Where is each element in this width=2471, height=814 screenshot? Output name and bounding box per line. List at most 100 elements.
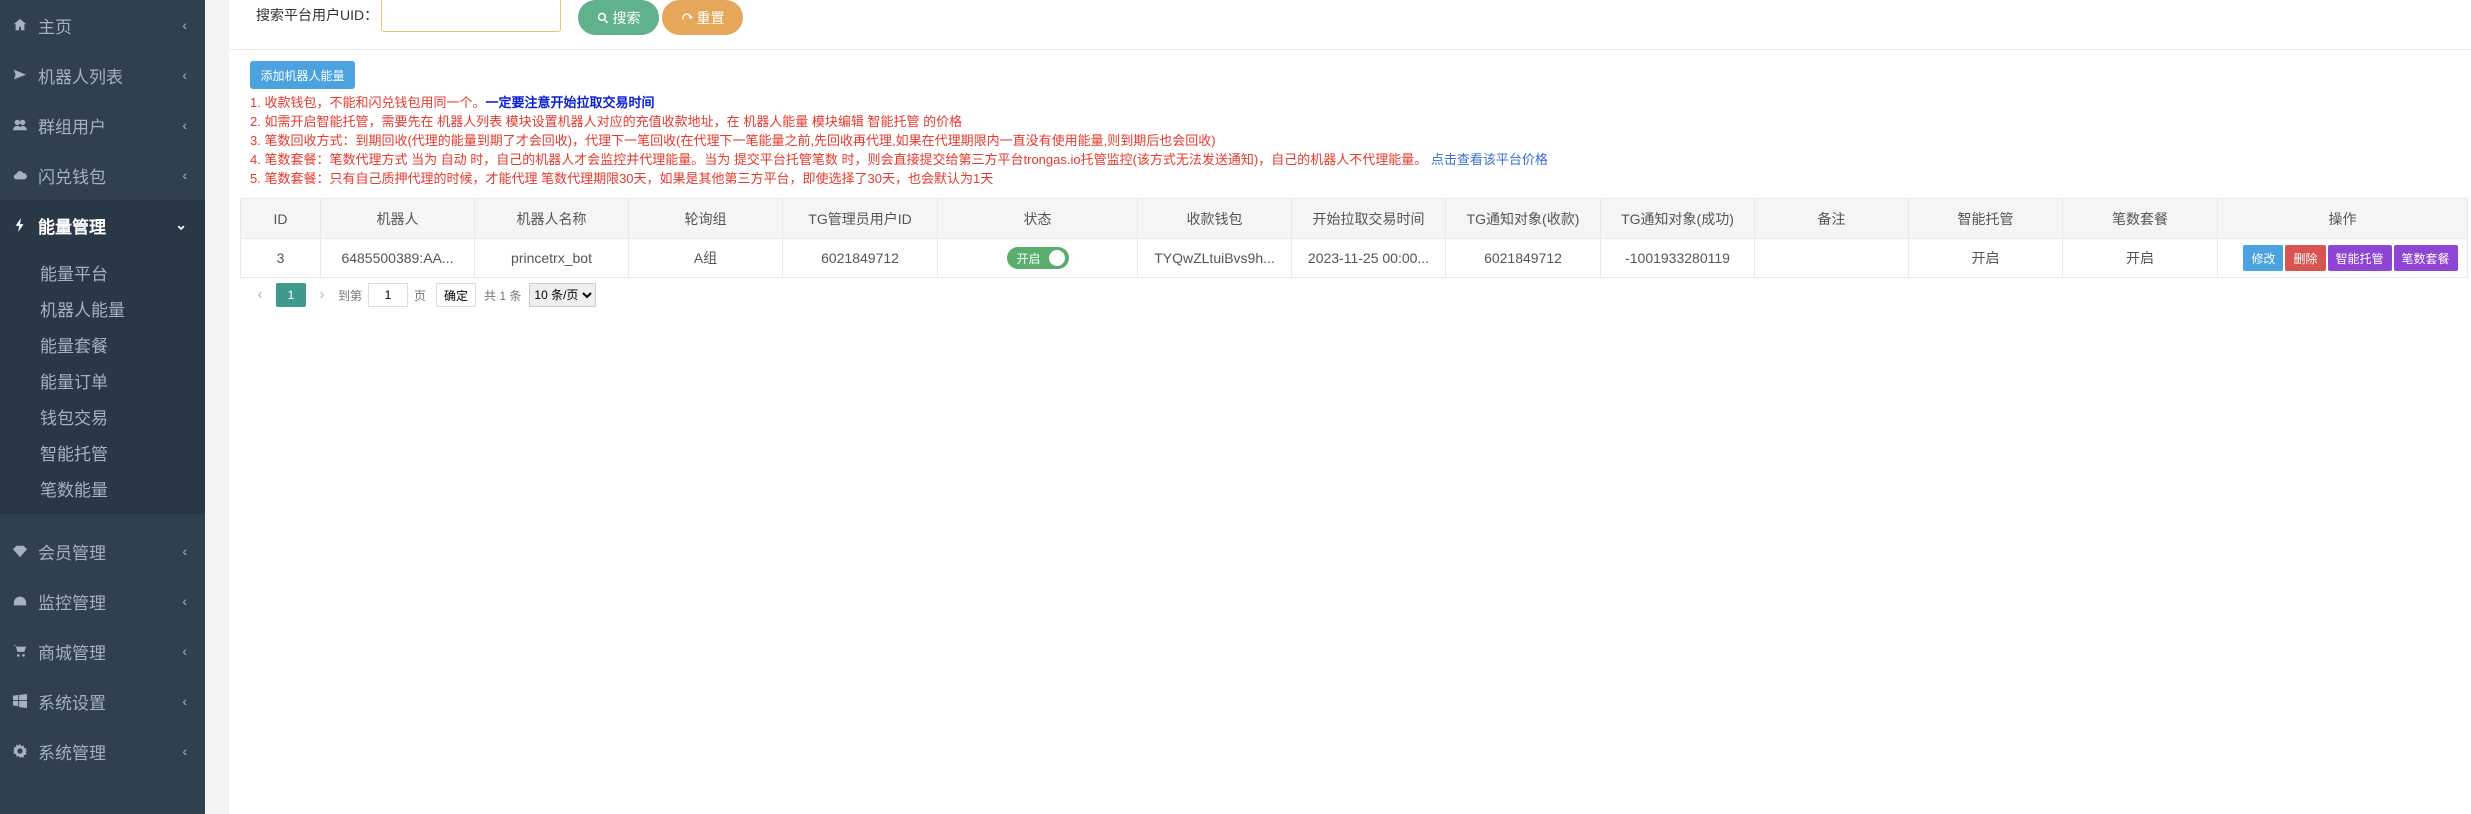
sub-item-bot-energy[interactable]: 机器人能量 [0,290,205,326]
sub-item-wallet-transactions[interactable]: 钱包交易 [0,398,205,434]
col-notify-success: TG通知对象(成功) [1600,198,1755,239]
reset-button[interactable]: 重置 [662,0,743,35]
search-row: 搜索平台用户UID： 搜索 重置 [229,0,2471,38]
page-size-select[interactable]: 10 条/页 [529,283,597,307]
nav-item-bot-list[interactable]: 机器人列表 ‹ [0,50,205,100]
sub-item-energy-platform[interactable]: 能量平台 [0,254,205,290]
platform-price-link[interactable]: 点击查看该平台价格 [1431,152,1548,167]
sub-item-energy-package[interactable]: 能量套餐 [0,326,205,362]
nav-item-energy-management[interactable]: 能量管理 ⌄ [0,200,205,250]
note-2: 2. 如需开启智能托管，需要先在 机器人列表 模块设置机器人对应的充值收款地址，… [250,114,963,129]
chevron-left-icon: ‹ [182,167,187,183]
sub-item-energy-orders[interactable]: 能量订单 [0,362,205,398]
chevron-left-icon: ‹ [182,67,187,83]
search-uid-input[interactable] [381,0,561,32]
nav-item-home[interactable]: 主页 ‹ [0,0,205,50]
col-tg-admin: TG管理员用户ID [782,198,938,239]
main-content: 搜索平台用户UID： 搜索 重置 添加机器人能量 1. 收款钱包，不能和闪兑钱包… [229,0,2471,814]
nav-label: 闪兑钱包 [38,167,106,187]
nav-label: 商城管理 [38,643,106,663]
goto-confirm-button[interactable]: 确定 [436,283,477,307]
note-4: 4. 笔数套餐：笔数代理方式 当为 自动 时，自己的机器人才会监控并代理能量。当… [250,150,1548,169]
chevron-left-icon: ‹ [182,543,187,559]
chevron-left-icon: ‹ [182,117,187,133]
chevron-left-icon: ‹ [182,593,187,609]
cell-group: A组 [628,238,783,278]
nav-item-members[interactable]: 会员管理 ‹ [0,526,205,576]
goto-label: 到第 [338,288,363,303]
cell-remark [1754,238,1909,278]
cart-icon [12,643,28,659]
users-icon [12,117,28,133]
note-5: 5. 笔数套餐：只有自己质押代理的时候，才能代理 笔数代理期限30天，如果是其他… [250,171,994,186]
chevron-down-icon: ⌄ [175,216,187,233]
nav-label: 会员管理 [38,543,106,563]
cell-id: 3 [240,238,321,278]
notes: 1. 收款钱包，不能和闪兑钱包用同一个。一定要注意开始拉取交易时间 2. 如需开… [250,93,1548,188]
col-wallet: 收款钱包 [1137,198,1292,239]
chevron-left-icon: ‹ [182,693,187,709]
col-remark: 备注 [1754,198,1909,239]
cell-wallet: TYQwZLtuiBvs9h... [1137,238,1292,278]
status-toggle[interactable]: 开启 [1006,247,1069,269]
nav-label: 监控管理 [38,593,106,613]
cell-notify-collect: 6021849712 [1445,238,1601,278]
edit-button[interactable]: 修改 [2243,245,2284,271]
cell-bot: 6485500389:AA... [320,238,475,278]
note-1-text: 1. 收款钱包，不能和闪兑钱包用同一个。 [250,95,486,110]
sub-item-count-energy[interactable]: 笔数能量 [0,470,205,506]
reset-button-label: 重置 [696,9,725,26]
row-actions: 修改 删除 智能托管 笔数套餐 [2234,245,2467,271]
cell-start-time: 2023-11-25 00:00... [1291,238,1446,278]
cell-smart-hosting: 开启 [1908,238,2063,278]
note-4-text: 4. 笔数套餐：笔数代理方式 当为 自动 时，自己的机器人才会监控并代理能量。当… [250,152,1428,167]
note-1-highlight: 一定要注意开始拉取交易时间 [485,95,655,110]
cell-notify-success: -1001933280119 [1600,238,1755,278]
col-bot-name: 机器人名称 [474,198,629,239]
energy-table: ID 机器人 机器人名称 轮询组 TG管理员用户ID 状态 收款钱包 开始拉取交… [240,198,2468,278]
nav-item-group-users[interactable]: 群组用户 ‹ [0,100,205,150]
cell-actions: 修改 删除 智能托管 笔数套餐 [2217,238,2468,278]
bolt-icon [12,217,28,233]
count-package-button[interactable]: 笔数套餐 [2393,245,2458,271]
prev-page-icon[interactable]: ‹ [250,286,270,304]
nav-item-monitor[interactable]: 监控管理 ‹ [0,576,205,626]
col-id: ID [240,198,321,239]
sub-item-smart-hosting[interactable]: 智能托管 [0,434,205,470]
home-icon [12,17,28,33]
goto-page-input[interactable] [368,283,409,307]
col-smart-hosting: 智能托管 [1908,198,2063,239]
nav-label: 系统管理 [38,743,106,763]
page-number-current[interactable]: 1 [276,283,306,307]
refresh-icon [681,12,693,19]
nav-item-shop[interactable]: 商城管理 ‹ [0,626,205,676]
next-page-icon[interactable]: › [312,286,332,304]
cell-bot-name: princetrx_bot [474,238,629,278]
nav-item-system-management[interactable]: 系统管理 ‹ [0,726,205,776]
status-toggle-label: 开启 [1016,251,1041,266]
col-start-time: 开始拉取交易时间 [1291,198,1446,239]
divider [229,49,2471,50]
nav-item-system-settings[interactable]: 系统设置 ‹ [0,676,205,726]
cloud-icon [12,167,28,183]
smart-hosting-button[interactable]: 智能托管 [2327,245,2392,271]
energy-submenu: 能量平台 机器人能量 能量套餐 能量订单 钱包交易 智能托管 笔数能量 [0,250,205,514]
delete-button[interactable]: 删除 [2285,245,2326,271]
nav-label: 机器人列表 [38,67,123,87]
pagination: ‹ 1 › 到第 页 确定 共 1 条 10 条/页 [250,282,597,308]
add-bot-energy-button[interactable]: 添加机器人能量 [250,61,355,89]
search-button[interactable]: 搜索 [578,0,659,35]
windows-icon [12,693,28,709]
diamond-icon [12,543,28,559]
nav-label: 主页 [38,17,72,37]
col-actions: 操作 [2217,198,2468,239]
cell-tg-admin: 6021849712 [782,238,938,278]
nav-item-flash-wallet[interactable]: 闪兑钱包 ‹ [0,150,205,200]
col-notify-collect: TG通知对象(收款) [1445,198,1601,239]
note-3: 3. 笔数回收方式：到期回收(代理的能量到期了才会回收)，代理下一笔回收(在代理… [250,133,1216,148]
chevron-left-icon: ‹ [182,643,187,659]
col-count-package: 笔数套餐 [2062,198,2218,239]
total-count: 共 1 条 [484,288,522,303]
table-row: 3 6485500389:AA... princetrx_bot A组 6021… [240,238,2468,278]
cell-count-package: 开启 [2062,238,2218,278]
